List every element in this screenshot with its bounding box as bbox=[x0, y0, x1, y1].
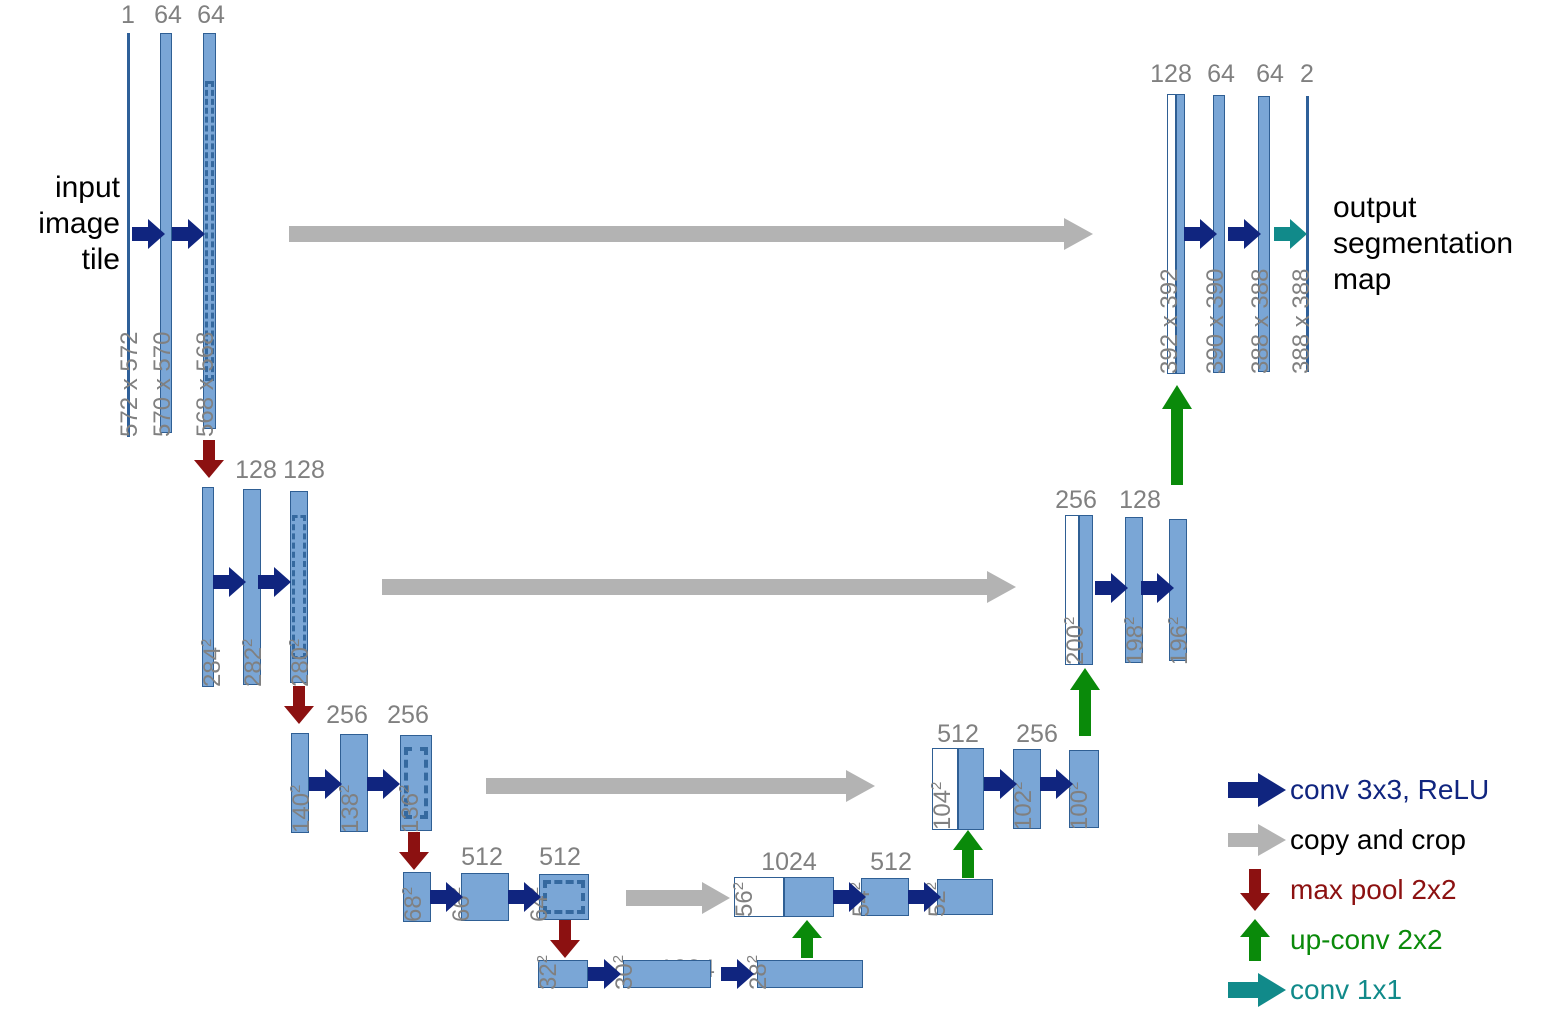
channel-label-l2-c2: 128 bbox=[283, 456, 325, 484]
conv-arrow-d3-b bbox=[1040, 769, 1074, 799]
size-label-d1-s3: 388 x 388 bbox=[1247, 268, 1274, 374]
channel-label-d1-c1: 128 bbox=[1150, 60, 1192, 88]
unet-architecture-diagram: 1 64 64 572 x 572 570 x 570 568 x 568 in… bbox=[0, 0, 1555, 1036]
conv-arrow-d2-a bbox=[1095, 573, 1129, 603]
channel-label-d1-c4: 2 bbox=[1300, 60, 1314, 88]
channel-label-l3-c1: 256 bbox=[326, 701, 368, 729]
channel-label-d1-c2: 64 bbox=[1207, 60, 1235, 88]
copy-crop-arrow-level-4 bbox=[626, 882, 731, 914]
feature-block-28 bbox=[757, 960, 863, 988]
channel-label-d1-c3: 64 bbox=[1256, 60, 1284, 88]
size-label-l1-s2: 570 x 570 bbox=[149, 331, 176, 437]
conv-arrow-l1-a bbox=[132, 219, 166, 249]
legend-label-upconv: up-conv 2x2 bbox=[1290, 924, 1443, 955]
legend: conv 3x3, ReLU copy and crop max pool 2x… bbox=[1228, 765, 1548, 1015]
size-label-d2-s1: 2002 bbox=[1061, 616, 1089, 665]
size-label-d3-s1: 1042 bbox=[928, 781, 956, 830]
copy-crop-arrow-level-1 bbox=[289, 218, 1094, 250]
conv-arrow-d4-a bbox=[833, 882, 867, 912]
upconv-arrow-3 bbox=[1070, 668, 1100, 736]
upconv-arrow-2 bbox=[953, 830, 983, 878]
channel-label-d4-c2: 512 bbox=[870, 848, 912, 876]
conv-arrow-d1-b bbox=[1228, 219, 1262, 249]
maxpool-arrow-2 bbox=[284, 686, 314, 724]
conv-arrow-l4-a bbox=[430, 882, 464, 912]
size-label-d1-s1: 392 x 392 bbox=[1156, 268, 1183, 374]
channel-label-d2-c2: 128 bbox=[1119, 486, 1161, 514]
size-label-l1-s3: 568 x 568 bbox=[192, 331, 219, 437]
upconv-arrow-1 bbox=[792, 920, 822, 958]
channel-label-d2-c1: 256 bbox=[1055, 486, 1097, 514]
maxpool-arrow-3 bbox=[399, 832, 429, 870]
conv-arrow-l2-a bbox=[213, 567, 247, 597]
copy-crop-arrow-level-2 bbox=[382, 571, 1017, 603]
input-image-tile-label: input image tile bbox=[38, 171, 120, 276]
conv-arrow-l5-a bbox=[588, 959, 622, 989]
size-label-d4-s1: 562 bbox=[730, 881, 758, 917]
legend-item-conv3x3: conv 3x3, ReLU bbox=[1228, 765, 1548, 815]
channel-label-l4-c1: 512 bbox=[461, 843, 503, 871]
conv-arrow-d4-b bbox=[908, 882, 942, 912]
legend-item-copy-crop: copy and crop bbox=[1228, 815, 1548, 865]
up-arrow-icon bbox=[1228, 917, 1290, 963]
channel-label-d3-c2: 256 bbox=[1016, 720, 1058, 748]
conv-arrow-l2-b bbox=[258, 567, 292, 597]
right-arrow-icon bbox=[1228, 817, 1290, 863]
size-label-d1-s2: 390 x 390 bbox=[1202, 268, 1229, 374]
size-label-d2-s2: 1982 bbox=[1121, 616, 1149, 665]
size-label-l4-s1: 682 bbox=[399, 886, 427, 922]
maxpool-arrow-1 bbox=[194, 440, 224, 478]
channel-label-d3-c1: 512 bbox=[937, 720, 979, 748]
conv-arrow-d3-a bbox=[984, 769, 1018, 799]
feature-block-104-up bbox=[958, 748, 984, 830]
right-arrow-icon bbox=[1228, 767, 1290, 813]
down-arrow-icon bbox=[1228, 867, 1290, 913]
conv-arrow-l3-a bbox=[309, 769, 343, 799]
channel-label-l1-c3: 64 bbox=[197, 1, 225, 29]
legend-label-conv3x3: conv 3x3, ReLU bbox=[1290, 774, 1490, 805]
size-label-d1-s4: 388 x 388 bbox=[1288, 268, 1315, 374]
size-label-l2-s3: 2802 bbox=[286, 638, 314, 687]
conv-arrow-l1-b bbox=[172, 219, 206, 249]
maxpool-arrow-4 bbox=[550, 920, 580, 958]
conv-arrow-d2-b bbox=[1141, 573, 1175, 603]
size-label-l1-s1: 572 x 572 bbox=[116, 331, 143, 437]
channel-label-l3-c2: 256 bbox=[387, 701, 429, 729]
copy-crop-arrow-level-3 bbox=[486, 770, 876, 802]
size-label-d2-s3: 1962 bbox=[1165, 616, 1193, 665]
conv-1x1-arrow bbox=[1274, 219, 1308, 249]
legend-label-maxpool: max pool 2x2 bbox=[1290, 874, 1457, 905]
feature-block-56-up bbox=[784, 877, 834, 917]
size-label-l2-s1: 2842 bbox=[198, 638, 226, 687]
right-arrow-icon bbox=[1228, 967, 1290, 1013]
channel-label-l1-c2: 64 bbox=[154, 1, 182, 29]
conv-arrow-l4-b bbox=[508, 882, 542, 912]
channel-label-l4-c2: 512 bbox=[539, 843, 581, 871]
channel-label-d4-c1: 1024 bbox=[761, 848, 817, 876]
legend-item-upconv: up-conv 2x2 bbox=[1228, 915, 1548, 965]
legend-label-conv1x1: conv 1x1 bbox=[1290, 974, 1403, 1005]
size-label-l2-s2: 2822 bbox=[239, 638, 267, 687]
channel-label-l1-c1: 1 bbox=[121, 1, 135, 29]
legend-item-conv1x1: conv 1x1 bbox=[1228, 965, 1548, 1015]
output-segmentation-map-label: output segmentation map bbox=[1333, 191, 1514, 296]
conv-arrow-d1-a bbox=[1184, 219, 1218, 249]
size-label-l5-s1: 322 bbox=[534, 954, 562, 990]
upconv-arrow-4 bbox=[1162, 385, 1192, 485]
conv-arrow-l5-b bbox=[721, 959, 755, 989]
legend-item-maxpool: max pool 2x2 bbox=[1228, 865, 1548, 915]
conv-arrow-l3-b bbox=[367, 769, 401, 799]
legend-label-copy-crop: copy and crop bbox=[1290, 824, 1466, 855]
